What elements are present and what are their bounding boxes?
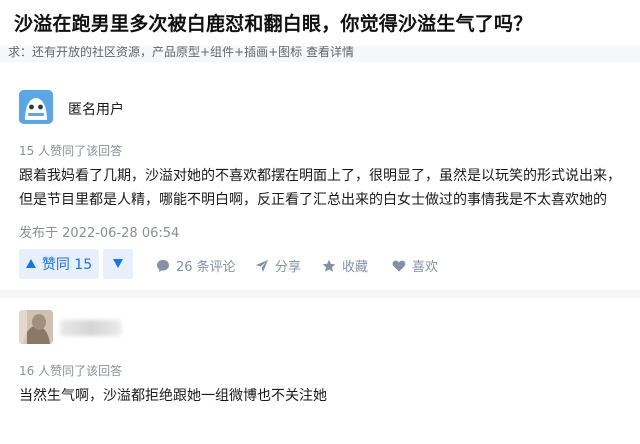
upvote-button[interactable]: 赞同 15 — [19, 249, 99, 279]
heart-icon — [392, 259, 406, 273]
answer-list: 匿名用户 15 人赞同了该回答 跟着我妈看了几期，沙溢对她的不喜欢都摆在明面上了… — [0, 62, 640, 444]
blurred-author-name[interactable] — [60, 320, 122, 336]
comments-button[interactable]: 26 条评论 — [156, 256, 236, 275]
author-name[interactable]: 匿名用户 — [68, 99, 124, 119]
answer-line-2: 但是节目里都是人精，哪能不明白啊，反正看了汇总出来的白女士做过的事情我是不太喜欢… — [19, 192, 607, 208]
question-title[interactable]: 沙溢在跑男里多次被白鹿怼和翻白眼，你觉得沙溢生气了吗？ — [14, 9, 532, 36]
like-button[interactable]: 喜欢 — [392, 256, 438, 275]
user-avatar[interactable] — [19, 310, 53, 344]
comments-label: 26 条评论 — [176, 260, 236, 275]
upvote-label: 赞同 15 — [41, 257, 93, 273]
answer-line-1: 当然生气啊，沙溢都拒绝跟她一组微博也不关注她 — [19, 388, 327, 404]
share-button[interactable]: 分享 — [255, 256, 301, 275]
anonymous-avatar[interactable] — [19, 90, 53, 124]
triangle-down-icon — [113, 258, 123, 271]
answer-divider — [0, 290, 640, 298]
downvote-button[interactable] — [103, 249, 133, 279]
like-label: 喜欢 — [412, 260, 439, 275]
comment-bubble-icon — [156, 259, 170, 273]
upvote-note: 16 人赞同了该回答 — [19, 364, 123, 378]
share-label: 分享 — [275, 260, 302, 275]
star-icon — [322, 259, 336, 273]
triangle-up-icon — [25, 256, 36, 272]
question-header: 沙溢在跑男里多次被白鹿怼和翻白眼，你觉得沙溢生气了吗？ — [0, 0, 640, 46]
publish-time: 发布于 2022-06-28 06:54 — [19, 226, 180, 241]
answer-line-1: 跟着我妈看了几期，沙溢对她的不喜欢都摆在明面上了，很明显了，虽然是以玩笑的形式说… — [19, 168, 621, 184]
favorite-label: 收藏 — [342, 260, 369, 275]
favorite-button[interactable]: 收藏 — [322, 256, 368, 275]
paper-plane-icon — [255, 259, 269, 273]
upvote-note: 15 人赞同了该回答 — [19, 144, 123, 158]
